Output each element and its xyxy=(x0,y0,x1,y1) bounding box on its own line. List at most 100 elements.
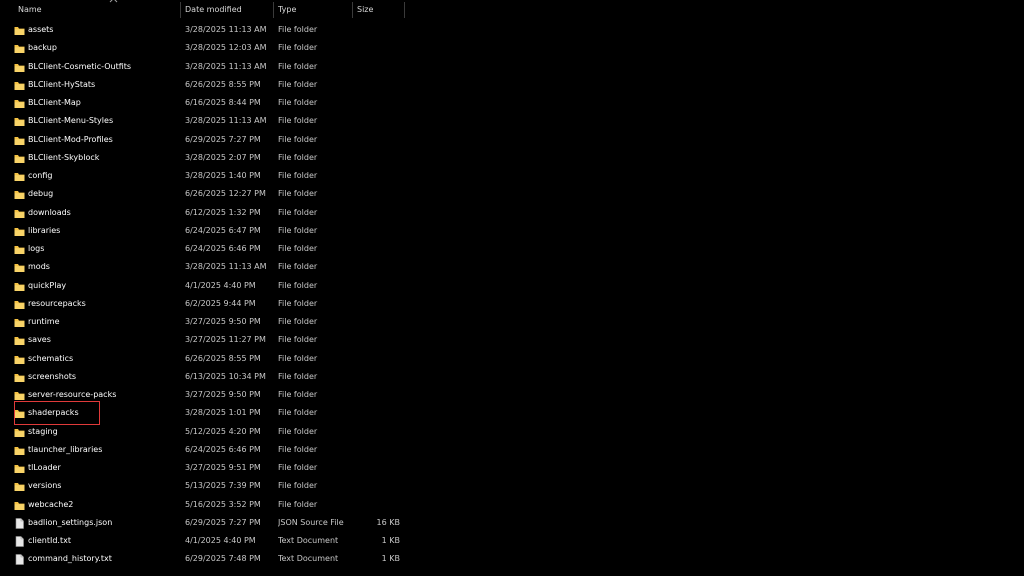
column-resize-handle-size[interactable] xyxy=(404,2,405,18)
file-list-row[interactable]: assets 3/28/2025 11:13 AM File folder xyxy=(0,21,410,39)
file-type: File folder xyxy=(278,499,318,509)
column-header-name-label: Name xyxy=(18,5,42,14)
file-list-row[interactable]: badlion_settings.json 6/29/2025 7:27 PM JS… xyxy=(0,514,410,532)
file-date-modified: 5/16/2025 3:52 PM xyxy=(185,499,261,509)
file-type: Text Document xyxy=(278,554,339,564)
file-type: File folder xyxy=(278,79,318,89)
folder-icon xyxy=(14,43,25,54)
file-size xyxy=(356,222,400,240)
file-size xyxy=(356,94,400,112)
file-size xyxy=(356,240,400,258)
file-name: BLClient-Mod-Profiles xyxy=(28,134,113,144)
column-header-date-label: Date modified xyxy=(185,5,242,14)
file-list-row[interactable]: shaderpacks 3/28/2025 1:01 PM File folder xyxy=(0,404,410,422)
file-size xyxy=(356,204,400,222)
file-list-row[interactable]: saves 3/27/2025 11:27 PM File folder xyxy=(0,331,410,349)
file-type: File folder xyxy=(278,390,318,399)
file-list-row[interactable]: quickPlay 4/1/2025 4:40 PM File folder xyxy=(0,277,410,295)
file-list-row[interactable]: backup 3/28/2025 12:03 AM File folder xyxy=(0,39,410,57)
file-type: File folder xyxy=(278,481,318,491)
file-type: File folder xyxy=(278,426,318,436)
column-header-date[interactable]: Date modified xyxy=(181,0,273,20)
file-size xyxy=(356,496,400,514)
file-name: BLClient-Skyblock xyxy=(28,152,100,162)
file-list-row[interactable]: webcache2 5/16/2025 3:52 PM File folder xyxy=(0,496,410,514)
file-size xyxy=(356,58,400,76)
file-icon xyxy=(14,554,25,566)
file-list-row[interactable]: tlauncher_libraries 6/24/2025 6:46 PM File… xyxy=(0,441,410,459)
folder-icon xyxy=(14,354,25,364)
file-list-row[interactable]: runtime 3/27/2025 9:50 PM File folder xyxy=(0,313,410,331)
file-size xyxy=(356,149,400,167)
file-name: runtime xyxy=(28,317,60,326)
column-header-bar: Name Date modified Type Size xyxy=(0,0,1024,20)
file-size xyxy=(356,277,400,295)
file-date-modified: 3/27/2025 9:51 PM xyxy=(185,463,261,472)
file-list-row[interactable]: server-resource-packs 3/27/2025 9:50 PM Fi… xyxy=(0,386,410,404)
file-list-row[interactable]: screenshots 6/13/2025 10:34 PM File folder xyxy=(0,368,410,386)
file-list-row[interactable]: BLClient-HyStats 6/26/2025 8:55 PM File fo… xyxy=(0,76,410,94)
file-type: File folder xyxy=(278,262,318,272)
file-type: File folder xyxy=(278,98,318,107)
file-name: command_history.txt xyxy=(28,554,112,564)
file-date-modified: 6/29/2025 7:48 PM xyxy=(185,554,261,564)
file-list-row[interactable]: BLClient-Menu-Styles 3/28/2025 11:13 AM Fi… xyxy=(0,112,410,130)
column-header-size[interactable]: Size xyxy=(353,0,404,20)
file-type: File folder xyxy=(278,189,318,199)
file-list-row[interactable]: mods 3/28/2025 11:13 AM File folder xyxy=(0,258,410,276)
file-name: debug xyxy=(28,189,54,199)
file-list-row[interactable]: downloads 6/12/2025 1:32 PM File folder xyxy=(0,204,410,222)
file-list-row[interactable]: tlLoader 3/27/2025 9:51 PM File folder xyxy=(0,459,410,477)
folder-icon xyxy=(14,335,25,346)
file-date-modified: 3/27/2025 9:50 PM xyxy=(185,390,261,399)
file-list-row[interactable]: schematics 6/26/2025 8:55 PM File folder xyxy=(0,350,410,368)
folder-icon xyxy=(14,408,25,419)
file-list-row[interactable]: BLClient-Cosmetic-Outfits 3/28/2025 11:13… xyxy=(0,58,410,76)
file-type: File folder xyxy=(278,408,318,418)
file-list-row[interactable]: BLClient-Mod-Profiles 6/29/2025 7:27 PM Fi… xyxy=(0,131,410,149)
file-name: BLClient-HyStats xyxy=(28,79,96,89)
file-name: staging xyxy=(28,426,58,436)
file-list-row[interactable]: config 3/28/2025 1:40 PM File folder xyxy=(0,167,410,185)
file-size xyxy=(356,404,400,422)
file-date-modified: 3/28/2025 11:13 AM xyxy=(185,25,267,34)
file-type: File folder xyxy=(278,371,318,381)
column-header-type[interactable]: Type xyxy=(274,0,352,20)
file-type: File folder xyxy=(278,280,318,290)
file-size xyxy=(356,386,400,404)
file-name: assets xyxy=(28,25,54,34)
file-date-modified: 4/1/2025 4:40 PM xyxy=(185,536,256,545)
file-date-modified: 6/29/2025 7:27 PM xyxy=(185,517,261,527)
folder-icon xyxy=(14,189,25,200)
file-list-row[interactable]: clientId.txt 4/1/2025 4:40 PM Text Documen… xyxy=(0,532,410,550)
file-list-row[interactable]: staging 5/12/2025 4:20 PM File folder xyxy=(0,423,410,441)
file-type: File folder xyxy=(278,444,318,454)
file-list-row[interactable]: libraries 6/24/2025 6:47 PM File folder xyxy=(0,222,410,240)
folder-icon xyxy=(14,244,25,254)
file-name: BLClient-Cosmetic-Outfits xyxy=(28,61,132,71)
file-type: File folder xyxy=(278,225,318,235)
file-type: File folder xyxy=(278,317,318,326)
file-name: server-resource-packs xyxy=(28,390,117,399)
file-list-row[interactable]: debug 6/26/2025 12:27 PM File folder xyxy=(0,185,410,203)
file-date-modified: 6/26/2025 8:55 PM xyxy=(185,79,261,89)
file-size xyxy=(356,39,400,57)
file-date-modified: 6/16/2025 8:44 PM xyxy=(185,98,261,107)
file-list-row[interactable]: resourcepacks 6/2/2025 9:44 PM File folder xyxy=(0,295,410,313)
file-list-row[interactable]: BLClient-Map 6/16/2025 8:44 PM File folder xyxy=(0,94,410,112)
file-list-row[interactable]: logs 6/24/2025 6:46 PM File folder xyxy=(0,240,410,258)
column-header-name[interactable]: Name xyxy=(14,0,180,20)
file-type: File folder xyxy=(278,61,318,71)
file-list-row[interactable]: BLClient-Skyblock 3/28/2025 2:07 PM File f… xyxy=(0,149,410,167)
file-name: libraries xyxy=(28,225,61,235)
file-list-row[interactable]: command_history.txt 6/29/2025 7:48 PM Text… xyxy=(0,550,410,568)
folder-icon xyxy=(14,445,25,455)
file-size xyxy=(356,131,400,149)
folder-icon xyxy=(14,98,25,108)
folder-icon xyxy=(14,153,25,163)
folder-icon xyxy=(14,500,25,510)
file-list-row[interactable]: versions 5/13/2025 7:39 PM File folder xyxy=(0,477,410,495)
file-name: mods xyxy=(28,262,50,272)
file-name: shaderpacks xyxy=(28,408,79,418)
file-type: File folder xyxy=(278,207,318,217)
